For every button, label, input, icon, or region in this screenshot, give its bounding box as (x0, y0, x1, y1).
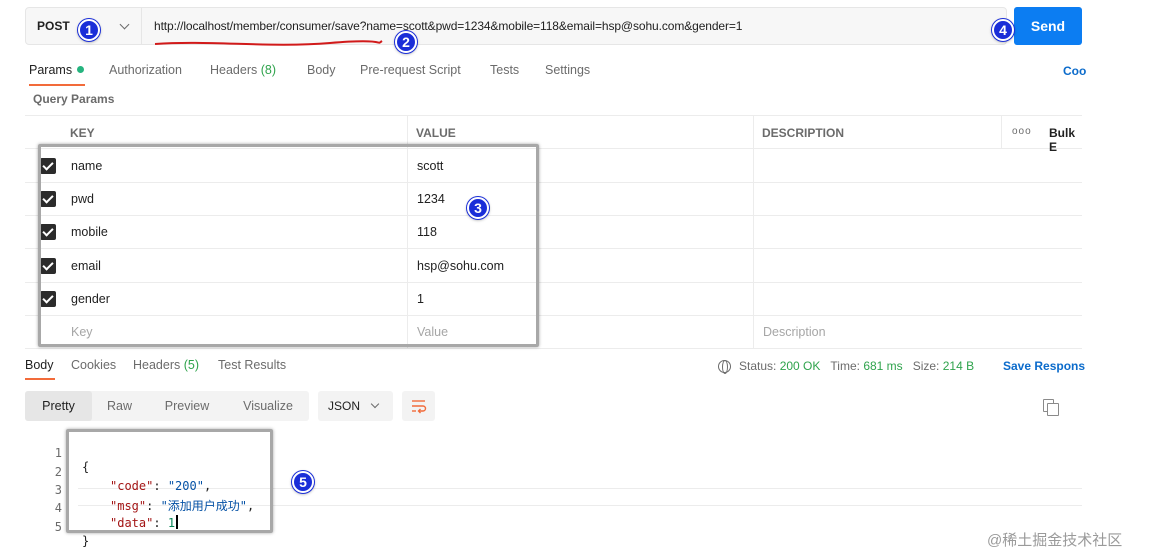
annotation-badge-1: 1 (78, 19, 100, 41)
underline-stroke (154, 40, 383, 46)
url-input[interactable]: http://localhost/member/consumer/save?na… (154, 19, 742, 33)
response-headers-count: (5) (183, 358, 200, 372)
underline-annotation (154, 40, 383, 46)
view-pretty[interactable]: Pretty (25, 391, 92, 421)
tab-authorization[interactable]: Authorization (109, 63, 182, 77)
status-value: 200 OK (779, 359, 821, 373)
annotation-badge-5: 5 (292, 471, 314, 493)
code-line: 4 "data": 1 (40, 487, 178, 530)
tab-test-results[interactable]: Test Results (218, 358, 286, 372)
send-button[interactable]: Send (1014, 7, 1082, 45)
line-content: } (82, 534, 90, 548)
column-value: VALUE (416, 126, 456, 140)
response-status: Status: 200 OK Time: 681 ms Size: 214 B (718, 359, 975, 374)
save-response-button[interactable]: Save Respons (1003, 359, 1085, 373)
tab-tests[interactable]: Tests (490, 63, 519, 77)
time-value: 681 ms (863, 359, 903, 373)
method-label: POST (37, 19, 70, 33)
view-raw[interactable]: Raw (92, 391, 147, 421)
view-preview[interactable]: Preview (149, 391, 225, 421)
annotation-badge-4: 4 (992, 19, 1014, 41)
active-tab-indicator (29, 84, 85, 86)
code-line: 3 "msg": "添加用户成功", (40, 469, 255, 513)
watermark: @稀土掘金技术社区 (987, 532, 1123, 549)
code-line: 1 { (40, 432, 89, 474)
chevron-down-icon (370, 399, 380, 409)
wrap-lines-icon (412, 400, 427, 414)
column-description: DESCRIPTION (762, 126, 845, 140)
tab-params-label: Params (29, 63, 73, 77)
status-label: Status: (739, 359, 777, 373)
query-params-title: Query Params (33, 92, 115, 106)
response-highlight-box (66, 429, 273, 533)
size-label: Size: (912, 359, 940, 373)
size-value: 214 B (942, 359, 975, 373)
annotation-badge-3: 3 (467, 197, 489, 219)
description-placeholder[interactable]: Description (763, 325, 826, 339)
time-label: Time: (830, 359, 860, 373)
active-response-tab-indicator (25, 378, 55, 380)
column-divider (753, 115, 754, 349)
column-key: KEY (70, 126, 95, 140)
line-number: 5 (54, 520, 62, 534)
tab-headers-label: Headers (210, 63, 258, 77)
wrap-lines-button[interactable] (402, 391, 435, 421)
tab-settings[interactable]: Settings (545, 63, 590, 77)
tab-headers[interactable]: Headers (8) (210, 63, 276, 77)
params-indicator-icon (77, 66, 85, 73)
tab-prerequest-script[interactable]: Pre-request Script (360, 63, 461, 77)
params-highlight-box (38, 144, 539, 347)
more-options-icon[interactable]: ooo (1012, 126, 1032, 137)
view-mode-bar: Pretty Raw Preview Visualize (25, 391, 309, 421)
tab-response-body[interactable]: Body (25, 358, 54, 372)
response-headers-label: Headers (133, 358, 181, 372)
column-divider (1001, 115, 1002, 149)
tab-body[interactable]: Body (307, 63, 336, 77)
annotation-badge-2: 2 (395, 31, 417, 53)
tab-headers-count: (8) (260, 63, 277, 77)
tab-response-cookies[interactable]: Cookies (71, 358, 116, 372)
cookies-link[interactable]: Coo (1063, 64, 1086, 78)
code-line: 5 } (40, 506, 89, 548)
tab-params[interactable]: Params (29, 63, 85, 77)
chevron-down-icon (119, 19, 130, 30)
view-visualize[interactable]: Visualize (229, 391, 307, 421)
tab-response-headers[interactable]: Headers (5) (133, 358, 199, 372)
format-select[interactable]: JSON (318, 391, 393, 421)
format-label: JSON (328, 399, 361, 413)
globe-icon[interactable] (718, 360, 731, 374)
code-line: 2 "code": "200", (40, 451, 211, 493)
copy-icon[interactable] (1043, 399, 1059, 416)
